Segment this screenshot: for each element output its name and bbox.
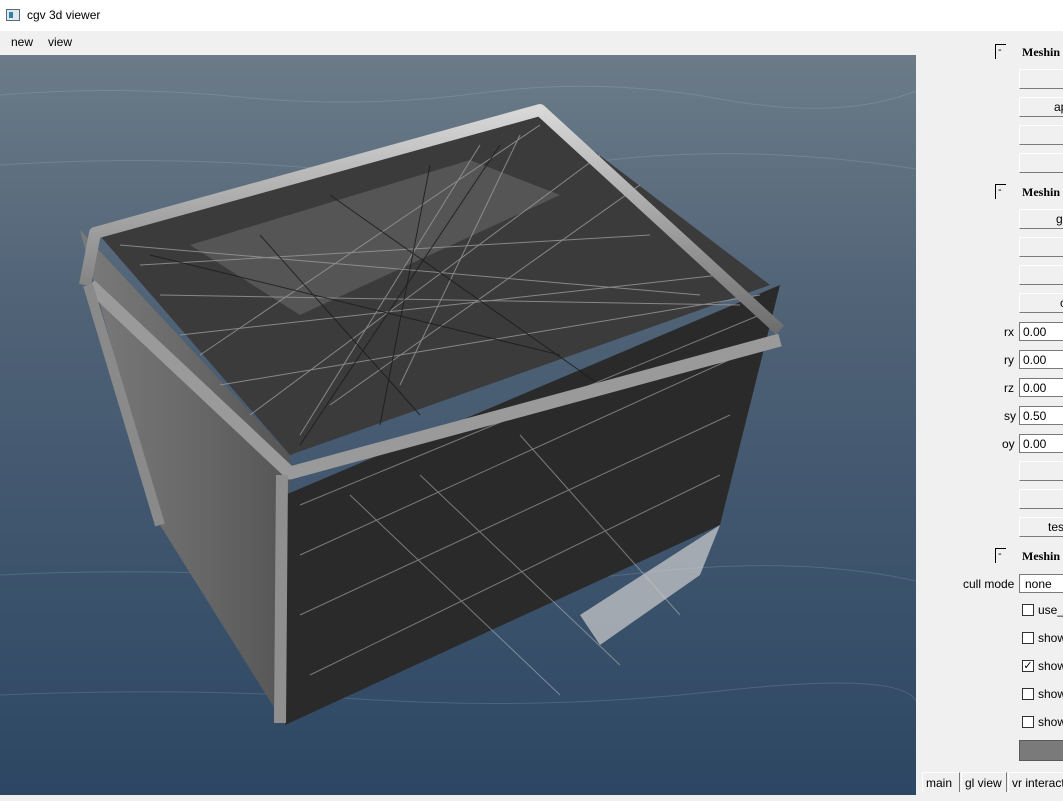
rendered-scene xyxy=(0,55,916,795)
group-label: Meshin xyxy=(1022,45,1061,59)
oy-input[interactable]: 0.00 xyxy=(1019,434,1063,453)
panel-button[interactable] xyxy=(1019,153,1063,173)
menu-view[interactable]: view xyxy=(46,35,74,49)
tab-vr-interact[interactable]: vr interact xyxy=(1008,772,1063,792)
panel-tabs: main gl view vr interact xyxy=(916,766,1063,795)
title-bar: cgv 3d viewer xyxy=(0,0,1063,31)
panel-button[interactable] xyxy=(1019,265,1063,285)
sy-input[interactable]: 0.50 xyxy=(1019,406,1063,425)
field-label-oy: oy xyxy=(1002,437,1015,451)
group-collapse-toggle[interactable]: - xyxy=(995,184,1006,199)
field-label-rz: rz xyxy=(1004,381,1014,395)
status-strip xyxy=(0,795,1063,801)
group-collapse-toggle[interactable]: - xyxy=(995,44,1006,59)
window-title: cgv 3d viewer xyxy=(27,8,101,22)
group-label: Meshin xyxy=(1022,549,1061,563)
panel-button[interactable] xyxy=(1019,237,1063,257)
checkbox[interactable] xyxy=(1022,604,1034,616)
checkbox-checked[interactable]: ✓ xyxy=(1022,660,1034,672)
cull-mode-label: cull mode xyxy=(963,577,1015,591)
color-swatch-button[interactable] xyxy=(1019,740,1063,761)
panel-button[interactable]: g xyxy=(1019,209,1063,229)
panel-button[interactable] xyxy=(1019,69,1063,89)
field-label-sy: sy xyxy=(1004,409,1016,423)
tab-gl-view[interactable]: gl view xyxy=(961,772,1007,792)
checkbox[interactable] xyxy=(1022,716,1034,728)
panel-button[interactable] xyxy=(1019,461,1063,481)
field-label-rx: rx xyxy=(1004,325,1014,339)
rz-input[interactable]: 0.00 xyxy=(1019,378,1063,397)
field-label-ry: ry xyxy=(1004,353,1014,367)
checkbox[interactable] xyxy=(1022,688,1034,700)
tab-main[interactable]: main xyxy=(922,772,960,792)
app-window-icon xyxy=(6,9,20,21)
cull-mode-select[interactable]: none xyxy=(1019,574,1063,593)
control-panel: - Meshin ap - Meshin g c rx 0.00 ry 0.00… xyxy=(916,35,1063,792)
ry-input[interactable]: 0.00 xyxy=(1019,350,1063,369)
menu-new[interactable]: new xyxy=(9,35,35,49)
group-collapse-toggle[interactable]: - xyxy=(995,548,1006,563)
group-label: Meshin xyxy=(1022,185,1061,199)
panel-button[interactable]: ap xyxy=(1019,97,1063,117)
rx-input[interactable]: 0.00 xyxy=(1019,322,1063,341)
panel-button[interactable] xyxy=(1019,489,1063,509)
panel-button[interactable]: c xyxy=(1019,293,1063,313)
panel-button[interactable] xyxy=(1019,125,1063,145)
3d-viewport[interactable] xyxy=(0,55,916,795)
menu-bar: new view xyxy=(0,31,1063,55)
checkbox[interactable] xyxy=(1022,632,1034,644)
test-button[interactable]: tes xyxy=(1019,517,1063,537)
